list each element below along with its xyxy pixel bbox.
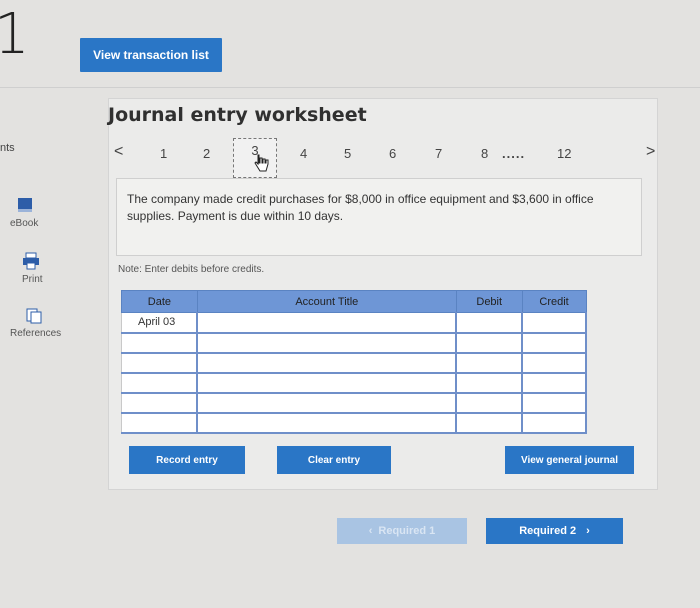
clear-entry-button[interactable]: Clear entry <box>277 446 391 474</box>
transaction-description: The company made credit purchases for $8… <box>116 178 642 256</box>
credit-input[interactable] <box>522 332 587 354</box>
pager-page-4[interactable]: 4 <box>300 146 307 161</box>
pager-page-3-current[interactable]: 3 <box>233 138 277 178</box>
credit-input[interactable] <box>522 412 587 434</box>
account-title-input[interactable] <box>197 372 458 394</box>
debit-input[interactable] <box>456 332 524 354</box>
date-cell[interactable] <box>121 352 199 374</box>
pager-ellipsis: ..... <box>502 146 526 161</box>
account-title-column-header: Account Title <box>196 290 457 313</box>
pager-page-12[interactable]: 12 <box>557 146 571 161</box>
chevron-left-icon: ‹ <box>368 525 373 537</box>
pager-page-5[interactable]: 5 <box>344 146 351 161</box>
date-cell[interactable]: April 03 <box>121 312 199 334</box>
sidebar-item-references[interactable]: References <box>10 328 61 339</box>
view-transaction-list-button[interactable]: View transaction list <box>80 38 222 72</box>
date-column-header: Date <box>121 290 198 313</box>
hand-cursor-icon <box>252 153 270 176</box>
table-row <box>121 352 587 374</box>
journal-entry-table: Date Account Title Debit Credit April 03 <box>121 290 587 434</box>
worksheet-title: Journal entry worksheet <box>108 104 367 126</box>
pager-next-button[interactable]: > <box>646 143 655 161</box>
previous-required-button: ‹ Required 1 <box>337 518 467 544</box>
debit-input[interactable] <box>456 312 524 334</box>
pager-page-1[interactable]: 1 <box>160 146 167 161</box>
references-icon[interactable] <box>26 308 42 329</box>
account-title-input[interactable] <box>197 392 458 414</box>
date-cell[interactable] <box>121 392 199 414</box>
table-row <box>121 332 587 354</box>
next-required-label: Required 2 <box>519 525 577 537</box>
worksheet-pager: < 1 2 3 4 5 6 7 8 ..... 12 > <box>0 138 700 178</box>
debit-input[interactable] <box>456 412 524 434</box>
debits-note: Note: Enter debits before credits. <box>118 264 265 275</box>
pager-page-2[interactable]: 2 <box>203 146 210 161</box>
question-number: 1 <box>0 2 30 67</box>
account-title-input[interactable] <box>197 332 458 354</box>
record-entry-button[interactable]: Record entry <box>129 446 245 474</box>
account-title-input[interactable] <box>197 312 458 334</box>
printer-icon[interactable] <box>22 252 40 275</box>
account-title-input[interactable] <box>197 412 458 434</box>
date-cell[interactable] <box>121 412 199 434</box>
sidebar-item-print[interactable]: Print <box>22 274 43 285</box>
previous-required-label: Required 1 <box>378 525 436 537</box>
debit-input[interactable] <box>456 352 524 374</box>
sidebar-item-ebook[interactable]: eBook <box>10 218 38 229</box>
header-divider <box>0 87 700 88</box>
table-row: April 03 <box>121 312 587 334</box>
credit-input[interactable] <box>522 352 587 374</box>
pager-prev-button[interactable]: < <box>114 143 123 161</box>
credit-input[interactable] <box>522 312 587 334</box>
chevron-right-icon: › <box>586 525 590 537</box>
credit-input[interactable] <box>522 392 587 414</box>
table-row <box>121 372 587 394</box>
date-cell[interactable] <box>121 372 199 394</box>
next-required-button[interactable]: Required 2 › <box>486 518 623 544</box>
pager-page-6[interactable]: 6 <box>389 146 396 161</box>
debit-column-header: Debit <box>455 290 523 313</box>
date-cell[interactable] <box>121 332 199 354</box>
pager-page-8[interactable]: 8 <box>481 146 488 161</box>
table-row <box>121 412 587 434</box>
pager-page-7[interactable]: 7 <box>435 146 442 161</box>
debit-input[interactable] <box>456 392 524 414</box>
view-general-journal-button[interactable]: View general journal <box>505 446 634 474</box>
debit-input[interactable] <box>456 372 524 394</box>
credit-input[interactable] <box>522 372 587 394</box>
book-icon[interactable] <box>16 196 34 219</box>
table-row <box>121 392 587 414</box>
account-title-input[interactable] <box>197 352 458 374</box>
credit-column-header: Credit <box>521 290 587 313</box>
